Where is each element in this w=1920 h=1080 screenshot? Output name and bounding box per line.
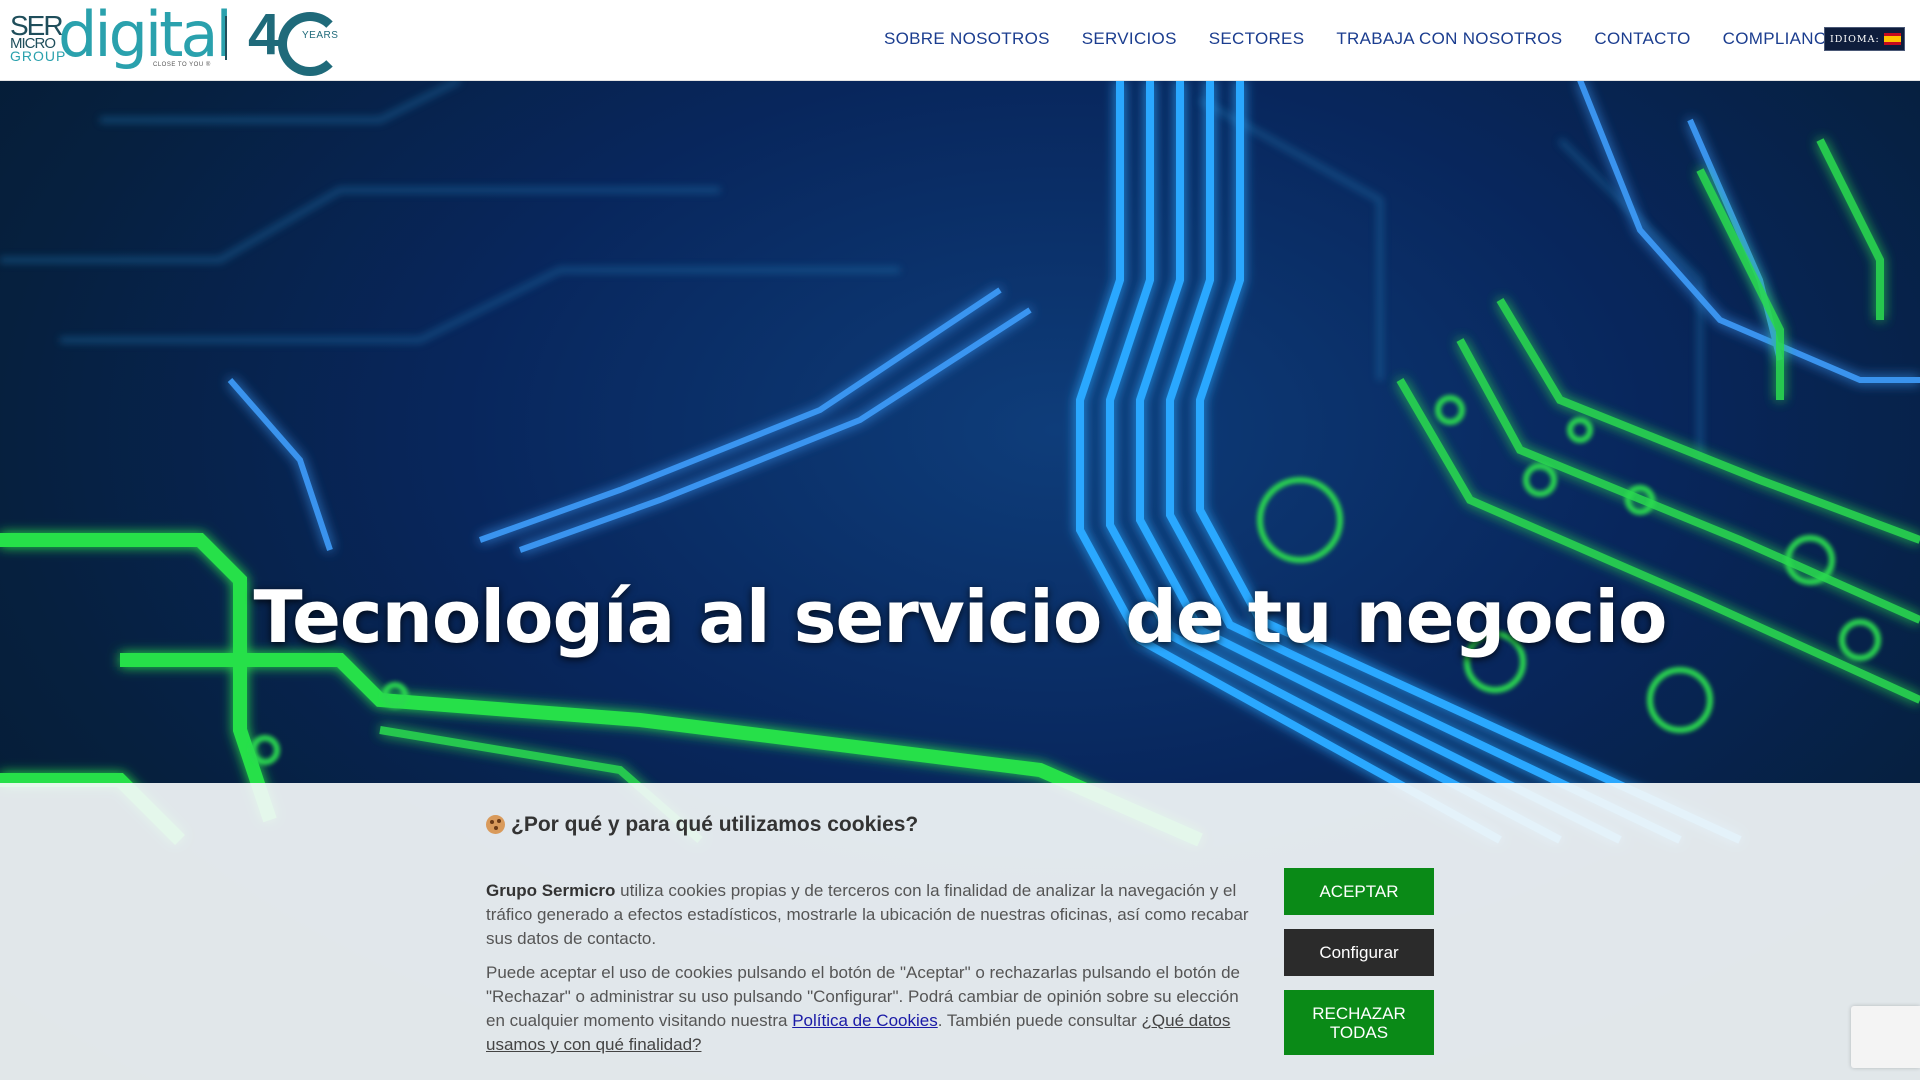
site-logo[interactable]: SER MICRO GROUP digital CLOSE TO YOU ® 4… — [10, 4, 342, 76]
cookie-paragraph-2-mid: . También puede consultar — [937, 1011, 1142, 1030]
nav-compliance[interactable]: COMPLIANCE — [1723, 26, 1838, 52]
site-header: SER MICRO GROUP digital CLOSE TO YOU ® 4… — [0, 0, 1920, 81]
logo-digital-text: digital — [58, 0, 233, 71]
cookie-banner-text: Grupo Sermicro utiliza cookies propias y… — [486, 879, 1254, 1067]
logo-tagline: CLOSE TO YOU ® — [153, 62, 211, 68]
cookie-banner-title: ¿Por qué y para qué utilizamos cookies? — [511, 813, 919, 836]
cookie-banner-heading: ¿Por qué y para qué utilizamos cookies? — [486, 813, 918, 837]
configure-cookies-button[interactable]: Configurar — [1284, 929, 1434, 976]
nav-sobre-nosotros[interactable]: SOBRE NOSOTROS — [884, 26, 1050, 52]
anniversary-zero-ring — [278, 12, 342, 76]
company-name: Grupo Sermicro — [486, 881, 616, 900]
cookie-consent-banner: ¿Por qué y para qué utilizamos cookies? … — [0, 783, 1920, 1080]
nav-sectores[interactable]: SECTORES — [1209, 26, 1305, 52]
accept-cookies-button[interactable]: ACEPTAR — [1284, 868, 1434, 915]
nav-contacto[interactable]: CONTACTO — [1594, 26, 1690, 52]
cookie-paragraph-1: Grupo Sermicro utiliza cookies propias y… — [486, 879, 1254, 951]
anniversary-years-label: YEARS — [302, 30, 339, 41]
spain-flag-icon — [1884, 33, 1901, 45]
language-selector[interactable]: IDIOMA: — [1824, 27, 1905, 51]
recaptcha-badge[interactable] — [1851, 1006, 1920, 1068]
cookie-paragraph-2: Puede aceptar el uso de cookies pulsando… — [486, 961, 1254, 1057]
nav-trabaja-con-nosotros[interactable]: TRABAJA CON NOSOTROS — [1336, 26, 1562, 52]
main-navigation: SOBRE NOSOTROS SERVICIOS SECTORES TRABAJ… — [884, 26, 1870, 52]
anniversary-40-logo: 4 YEARS — [248, 6, 342, 76]
cookie-policy-link[interactable]: Política de Cookies — [792, 1011, 938, 1030]
reject-all-cookies-button[interactable]: RECHAZAR TODAS — [1284, 990, 1434, 1055]
anniversary-number: 4 — [248, 2, 281, 67]
language-label: IDIOMA: — [1830, 34, 1880, 45]
hero-title: Tecnología al servicio de tu negocio — [253, 575, 1668, 659]
cookie-icon — [486, 815, 505, 834]
nav-servicios[interactable]: SERVICIOS — [1082, 26, 1177, 52]
logo-divider — [225, 16, 227, 60]
